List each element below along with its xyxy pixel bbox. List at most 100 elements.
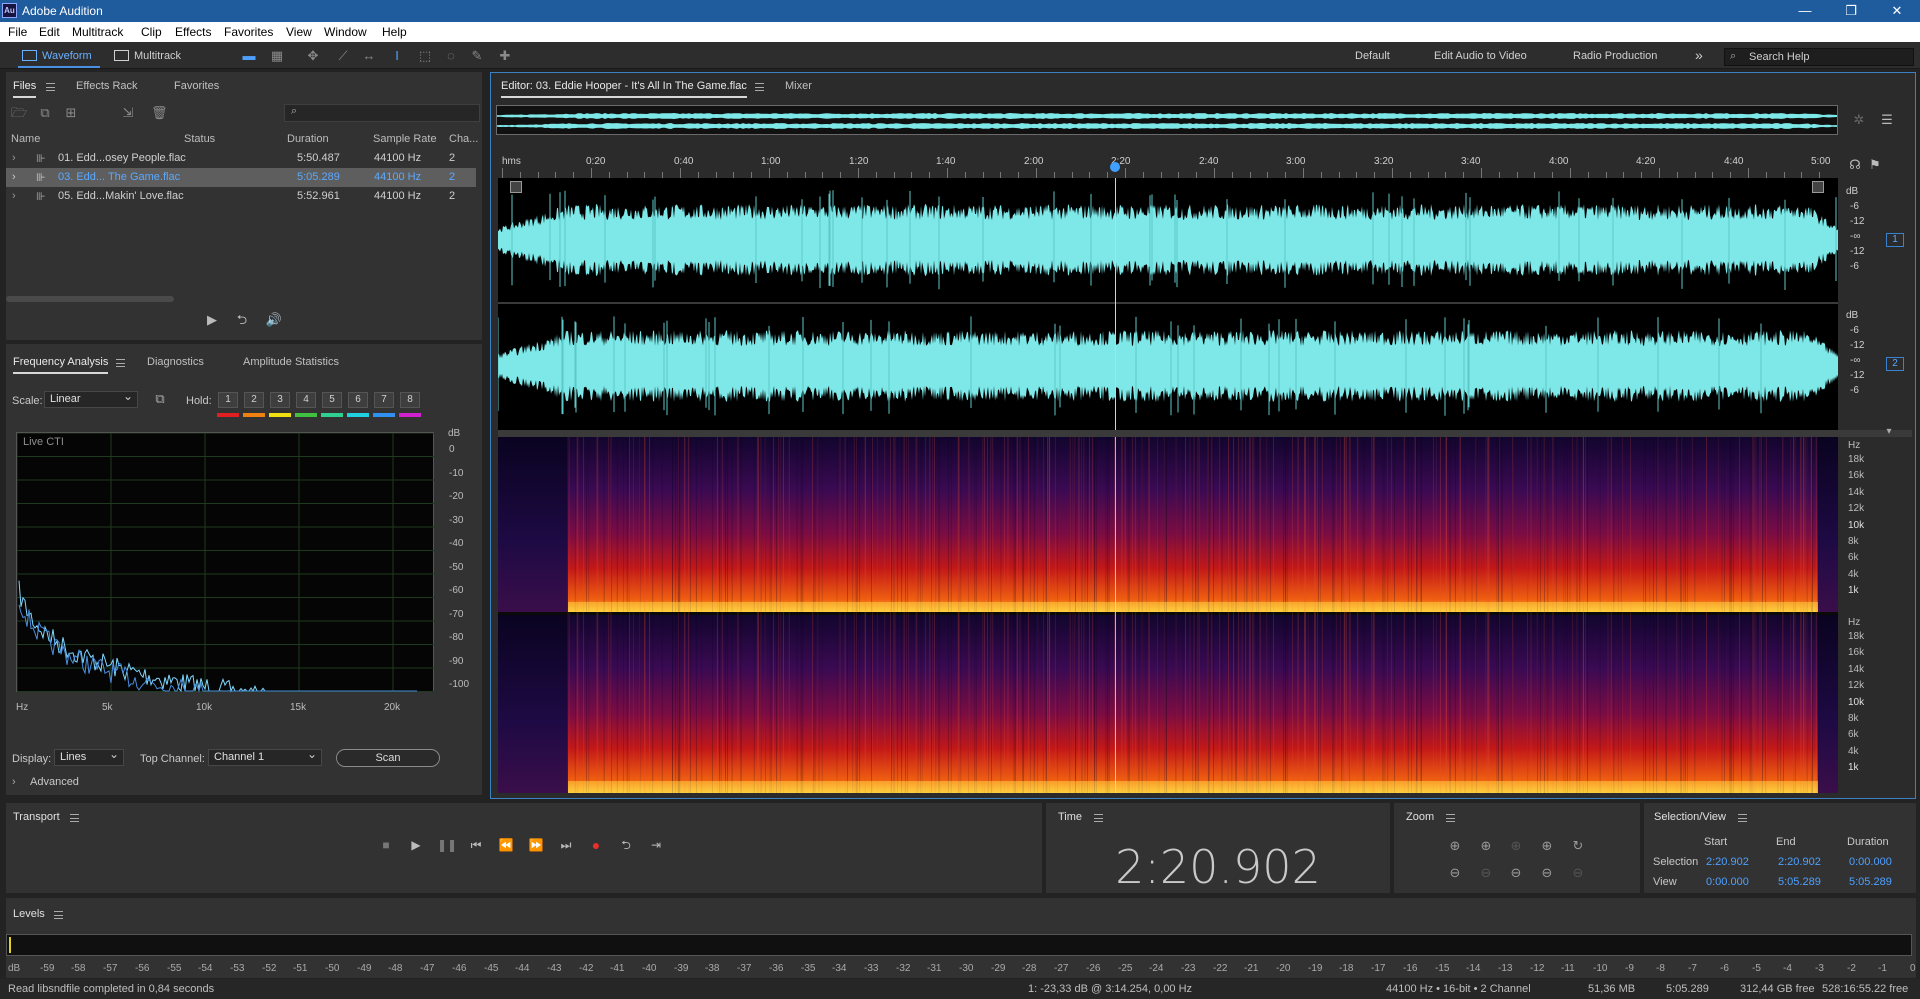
zoom-in-at-end-icon[interactable]: ⊖ bbox=[1507, 864, 1525, 882]
workspace-default[interactable]: Default bbox=[1355, 50, 1390, 62]
restore-button[interactable]: ❐ bbox=[1828, 0, 1874, 22]
editor-menu-icon[interactable]: ☰ bbox=[1880, 113, 1894, 127]
search-help-field[interactable]: ⌕ Search Help bbox=[1724, 48, 1914, 66]
expand-chevron-icon[interactable]: › bbox=[12, 152, 16, 164]
spectral-view-icon[interactable]: ▦ bbox=[270, 49, 284, 63]
menu-edit[interactable]: Edit bbox=[39, 25, 60, 39]
record-icon[interactable]: ● bbox=[587, 836, 605, 854]
column-name[interactable]: Name bbox=[11, 133, 40, 145]
insert-into-multitrack-icon[interactable]: ⇲ bbox=[121, 106, 135, 120]
selection-end[interactable]: 2:20.902 bbox=[1778, 856, 1821, 868]
play-icon[interactable]: ▶ bbox=[407, 836, 425, 854]
levels-menu-icon[interactable] bbox=[54, 911, 63, 919]
zoom-menu-icon[interactable] bbox=[1446, 814, 1455, 822]
hold-button-6[interactable]: 6 bbox=[348, 392, 368, 408]
hold-button-7[interactable]: 7 bbox=[374, 392, 394, 408]
waveform-display[interactable] bbox=[498, 178, 1838, 430]
tab-mixer[interactable]: Mixer bbox=[785, 80, 812, 92]
copy-icon[interactable]: ⧉ bbox=[153, 392, 167, 406]
menu-window[interactable]: Window bbox=[324, 25, 367, 39]
view-duration[interactable]: 5:05.289 bbox=[1849, 876, 1892, 888]
multitrack-mode-tab[interactable]: Multitrack bbox=[110, 47, 192, 65]
workspace-edit-audio-to-video[interactable]: Edit Audio to Video bbox=[1434, 50, 1527, 62]
autoplay-icon[interactable]: 🔊 bbox=[264, 313, 284, 327]
time-menu-icon[interactable] bbox=[1094, 814, 1103, 822]
tab-effects-rack[interactable]: Effects Rack bbox=[76, 80, 138, 92]
waveform-mode-tab[interactable]: Waveform bbox=[18, 47, 100, 65]
advanced-toggle[interactable]: Advanced bbox=[30, 776, 79, 788]
close-button[interactable]: ✕ bbox=[1874, 0, 1920, 22]
waveform-view-icon[interactable]: ▬ bbox=[242, 49, 256, 63]
marker-pin-icon[interactable]: ⚑ bbox=[1868, 158, 1882, 172]
zoom-to-selection-icon[interactable]: ✲ bbox=[1852, 113, 1866, 127]
top-channel-dropdown[interactable]: Channel 1 bbox=[208, 747, 322, 766]
zoom-out-full-icon[interactable]: ⊖ bbox=[1538, 864, 1556, 882]
editor-panel-menu-icon[interactable] bbox=[755, 83, 764, 91]
skip-selection-icon[interactable]: ⇥ bbox=[647, 836, 665, 854]
zoom-to-selection-icon[interactable]: ⊕ bbox=[1507, 837, 1525, 855]
zoom-in-at-start-icon[interactable]: ⊕ bbox=[1538, 837, 1556, 855]
channel-1-button[interactable]: 1 bbox=[1886, 233, 1904, 247]
hold-button-5[interactable]: 5 bbox=[322, 392, 342, 408]
spot-healing-tool-icon[interactable]: ✚ bbox=[498, 49, 512, 63]
frequency-panel-menu-icon[interactable] bbox=[116, 359, 125, 367]
skip-to-end-icon[interactable]: ⏭ bbox=[557, 836, 575, 854]
scan-button[interactable]: Scan bbox=[336, 749, 440, 767]
zoom-in-time-icon[interactable]: ⊕ bbox=[1477, 837, 1495, 855]
transport-menu-icon[interactable] bbox=[70, 814, 79, 822]
overview-navigator[interactable] bbox=[496, 105, 1838, 135]
razor-tool-icon[interactable]: ⟋ bbox=[336, 49, 350, 63]
column-channels[interactable]: Cha... bbox=[449, 133, 478, 145]
open-file-icon[interactable]: 🗁 bbox=[11, 106, 27, 120]
slip-tool-icon[interactable]: ↔ bbox=[362, 49, 376, 63]
headphone-icon[interactable]: ☊ bbox=[1848, 158, 1862, 172]
files-search-input[interactable]: ⌕ bbox=[284, 104, 480, 122]
column-duration[interactable]: Duration bbox=[287, 133, 329, 145]
stop-icon[interactable]: ■ bbox=[377, 836, 395, 854]
playhead-handle[interactable] bbox=[1110, 162, 1120, 172]
skip-to-start-icon[interactable]: ⏮ bbox=[467, 836, 485, 854]
menu-help[interactable]: Help bbox=[382, 25, 407, 39]
fast-forward-icon[interactable]: ⏩ bbox=[527, 836, 545, 854]
lasso-tool-icon[interactable]: ◌ bbox=[444, 49, 458, 63]
import-file-icon[interactable]: ⧉ bbox=[38, 106, 52, 120]
rewind-icon[interactable]: ⏪ bbox=[497, 836, 515, 854]
zoom-in-amplitude-icon[interactable]: ⊕ bbox=[1446, 837, 1464, 855]
hud-right-icon[interactable] bbox=[1812, 181, 1824, 193]
divider-collapse-icon[interactable]: ▾ bbox=[1882, 425, 1896, 439]
selection-duration[interactable]: 0:00.000 bbox=[1849, 856, 1892, 868]
files-panel-menu-icon[interactable] bbox=[46, 83, 55, 91]
time-selection-tool-icon[interactable]: I bbox=[390, 49, 404, 63]
new-file-icon[interactable]: ⊞ bbox=[64, 106, 78, 120]
spectral-display[interactable] bbox=[498, 437, 1838, 793]
zoom-reset-icon[interactable]: ↻ bbox=[1569, 837, 1587, 855]
zoom-extra-icon[interactable]: ⊖ bbox=[1569, 864, 1587, 882]
advanced-chevron-icon[interactable]: › bbox=[12, 776, 16, 788]
files-horizontal-scrollbar[interactable] bbox=[6, 296, 174, 302]
brush-tool-icon[interactable]: ✎ bbox=[470, 49, 484, 63]
loop-playback-icon[interactable]: ⮌ bbox=[617, 836, 635, 854]
tab-favorites[interactable]: Favorites bbox=[174, 80, 219, 92]
tab-frequency-analysis[interactable]: Frequency Analysis bbox=[13, 356, 109, 374]
expand-chevron-icon[interactable]: › bbox=[12, 171, 16, 183]
time-display[interactable]: 2:20.902 bbox=[1046, 840, 1390, 894]
scale-dropdown[interactable]: Linear bbox=[44, 389, 138, 408]
display-dropdown[interactable]: Lines bbox=[54, 747, 124, 766]
move-tool-icon[interactable]: ✥ bbox=[306, 49, 320, 63]
workspace-radio-production[interactable]: Radio Production bbox=[1573, 50, 1657, 62]
hold-button-8[interactable]: 8 bbox=[400, 392, 420, 408]
selection-start[interactable]: 2:20.902 bbox=[1706, 856, 1749, 868]
file-row[interactable]: › ⊪ 05. Edd...Makin' Love.flac 5:52.961 … bbox=[6, 187, 476, 206]
hold-button-2[interactable]: 2 bbox=[244, 392, 264, 408]
zoom-out-time-icon[interactable]: ⊖ bbox=[1477, 864, 1495, 882]
tab-files[interactable]: Files bbox=[13, 80, 37, 98]
hold-button-1[interactable]: 1 bbox=[218, 392, 238, 408]
hold-button-4[interactable]: 4 bbox=[296, 392, 316, 408]
view-end[interactable]: 5:05.289 bbox=[1778, 876, 1821, 888]
hud-left-icon[interactable] bbox=[510, 181, 522, 193]
menu-view[interactable]: View bbox=[286, 25, 312, 39]
menu-multitrack[interactable]: Multitrack bbox=[72, 25, 123, 39]
channel-2-button[interactable]: 2 bbox=[1886, 357, 1904, 371]
tab-editor[interactable]: Editor: 03. Eddie Hooper - It's All In T… bbox=[501, 80, 747, 98]
more-workspaces-icon[interactable]: » bbox=[1695, 47, 1703, 63]
